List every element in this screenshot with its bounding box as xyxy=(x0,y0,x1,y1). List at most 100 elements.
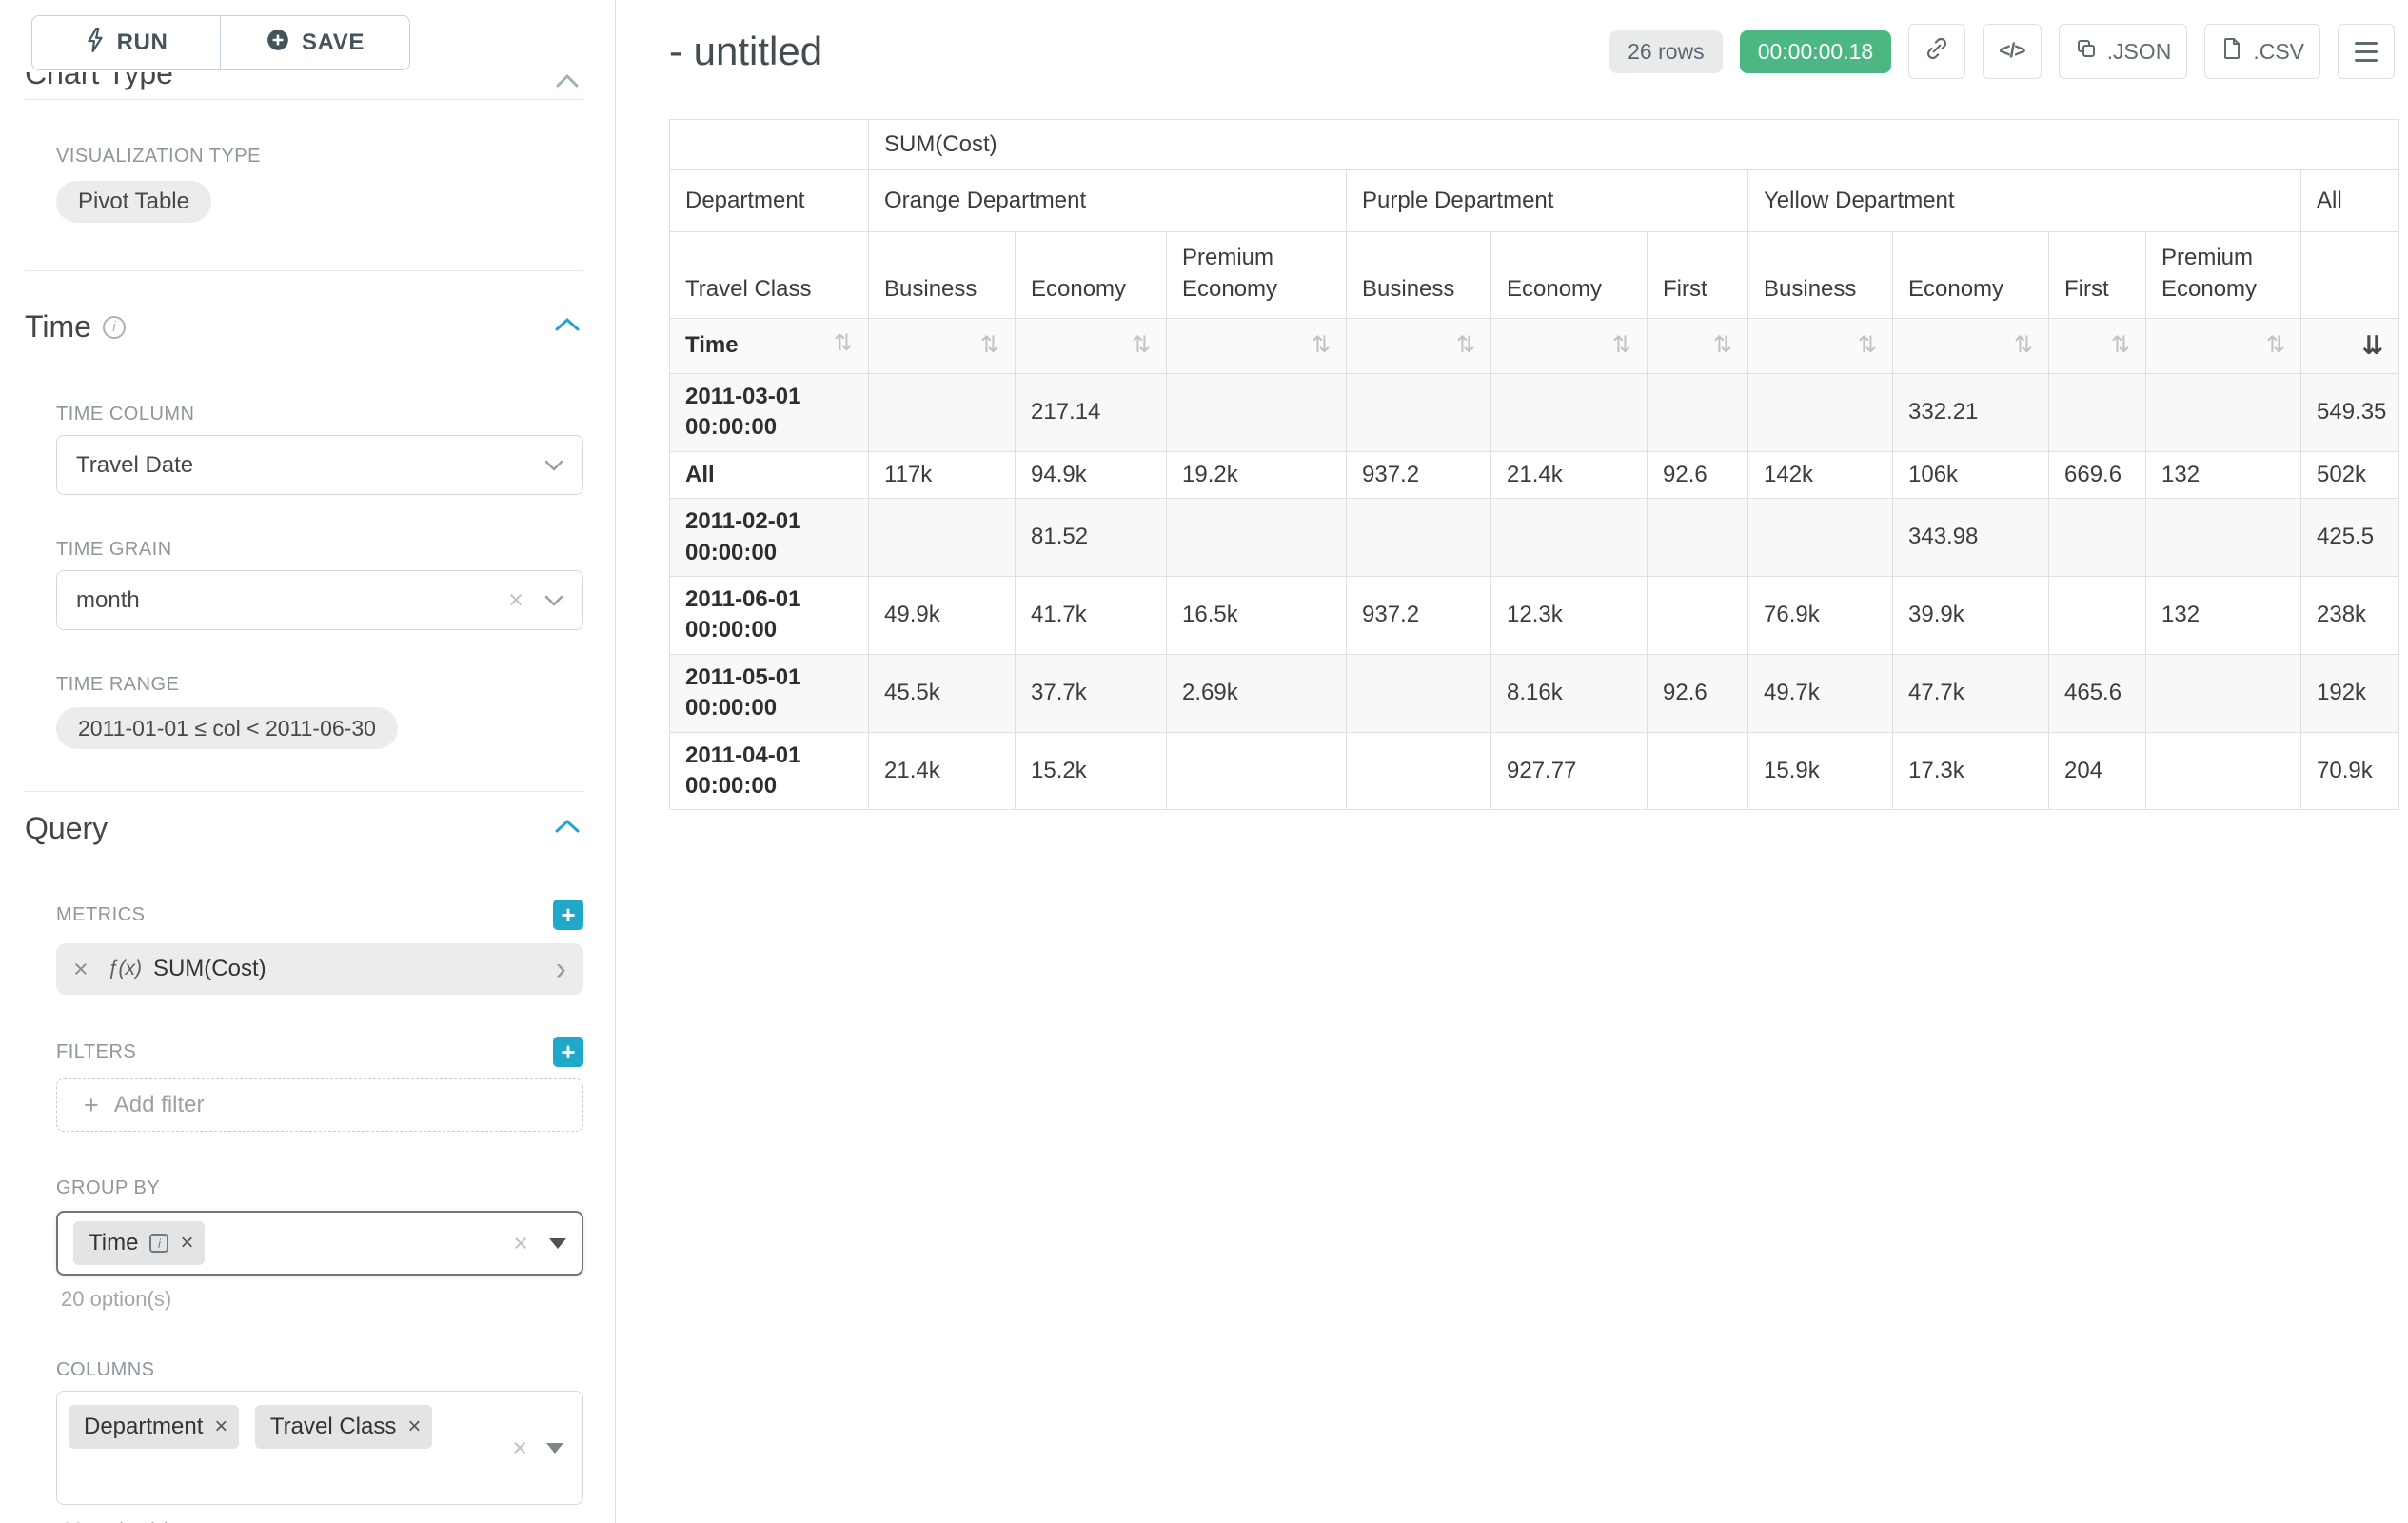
sort-icon[interactable]: ⇅ xyxy=(1132,332,1151,360)
clear-icon[interactable]: × xyxy=(512,1435,527,1461)
columns-tag[interactable]: Department × xyxy=(69,1405,239,1449)
add-metric-button[interactable]: + xyxy=(553,900,583,930)
department-header: Purple Department xyxy=(1347,170,1748,232)
sort-icon[interactable]: ⇅ xyxy=(1713,332,1732,360)
link-icon xyxy=(1924,36,1949,67)
value-cell: 937.2 xyxy=(1347,576,1491,654)
time-section-header[interactable]: Time i xyxy=(25,309,580,345)
menu-button[interactable] xyxy=(2338,24,2395,79)
row-header: 2011-03-01 00:00:00 xyxy=(670,374,869,452)
sort-header[interactable]: ⇅ xyxy=(1748,319,1893,374)
department-axis-header: Department xyxy=(670,170,869,232)
export-json-button[interactable]: .JSON xyxy=(2059,24,2188,79)
value-cell xyxy=(2146,499,2301,577)
plus-circle-icon xyxy=(266,28,290,59)
sort-header[interactable]: ⇅ xyxy=(1016,319,1167,374)
time-section-title: Time xyxy=(25,309,91,345)
sort-icon[interactable]: ⇅ xyxy=(980,332,999,360)
sort-icon[interactable]: ⇅ xyxy=(1612,332,1631,360)
add-filter-plus-button[interactable]: + xyxy=(553,1037,583,1067)
sort-header[interactable]: ⇅ xyxy=(2049,319,2146,374)
all-header: All xyxy=(2301,170,2399,232)
viz-type-pill[interactable]: Pivot Table xyxy=(56,181,211,223)
chevron-up-icon[interactable] xyxy=(555,72,580,91)
table-row: All117k94.9k19.2k937.221.4k92.6142k106k6… xyxy=(670,451,2399,498)
group-by-select[interactable]: Time i × × xyxy=(56,1211,583,1276)
collapse-chevron-icon[interactable] xyxy=(555,317,580,337)
sort-header[interactable]: ⇅ xyxy=(1491,319,1648,374)
class-header: First xyxy=(2049,232,2146,319)
value-cell: 92.6 xyxy=(1648,654,1748,732)
sort-header[interactable]: ⇅ xyxy=(2146,319,2301,374)
clear-icon[interactable]: × xyxy=(508,587,523,613)
value-cell xyxy=(1167,499,1347,577)
columns-tag[interactable]: Travel Class × xyxy=(255,1405,432,1449)
class-header: Economy xyxy=(1491,232,1648,319)
save-button[interactable]: SAVE xyxy=(221,15,410,70)
remove-metric-icon[interactable]: × xyxy=(73,957,89,982)
export-csv-button[interactable]: .CSV xyxy=(2204,24,2320,79)
columns-select[interactable]: Department × Travel Class × × xyxy=(56,1391,583,1505)
value-cell xyxy=(1648,576,1748,654)
remove-tag-icon[interactable]: × xyxy=(214,1415,227,1438)
query-section-header[interactable]: Query xyxy=(25,811,580,846)
sort-icon[interactable]: ⇅ xyxy=(1858,332,1877,360)
sort-icon[interactable]: ⇅ xyxy=(834,330,853,358)
value-cell: 142k xyxy=(1748,451,1893,498)
clear-icon[interactable]: × xyxy=(513,1231,528,1256)
class-header: Premium Economy xyxy=(1167,232,1347,319)
remove-tag-icon[interactable]: × xyxy=(180,1232,193,1255)
caret-down-icon[interactable] xyxy=(546,1443,563,1454)
sort-icon[interactable]: ⇅ xyxy=(2014,332,2033,360)
sort-header[interactable]: ⇅ xyxy=(869,319,1016,374)
add-filter-button[interactable]: + Add filter xyxy=(56,1078,583,1132)
tag-label: Department xyxy=(84,1414,203,1440)
sort-icon[interactable]: ⇅ xyxy=(2111,332,2130,360)
share-link-button[interactable] xyxy=(1908,24,1965,79)
sort-icon[interactable]: ⇅ xyxy=(1456,332,1475,360)
value-cell: 21.4k xyxy=(869,732,1016,810)
value-cell: 94.9k xyxy=(1016,451,1167,498)
sort-icon[interactable]: ⇅ xyxy=(2266,332,2285,360)
group-by-options-count: 20 option(s) xyxy=(61,1287,615,1312)
time-range-label: TIME RANGE xyxy=(56,674,583,696)
time-range-pill[interactable]: 2011-01-01 ≤ col < 2011-06-30 xyxy=(56,707,398,749)
divider xyxy=(25,791,583,792)
info-icon: i xyxy=(149,1234,168,1253)
chevron-down-icon[interactable] xyxy=(544,452,563,479)
value-cell: 76.9k xyxy=(1748,576,1893,654)
caret-down-icon[interactable] xyxy=(549,1238,566,1249)
value-cell xyxy=(869,374,1016,452)
sort-desc-icon[interactable]: ⇊ xyxy=(2361,330,2383,361)
chart-type-section-title: Chart Type xyxy=(25,72,173,91)
view-query-button[interactable]: </> xyxy=(1983,24,2041,79)
row-header: 2011-05-01 00:00:00 xyxy=(670,654,869,732)
sort-header[interactable]: ⇅ xyxy=(1893,319,2049,374)
collapse-chevron-icon[interactable] xyxy=(555,819,580,839)
chart-title[interactable]: - untitled xyxy=(669,28,822,75)
chevron-down-icon[interactable] xyxy=(544,587,563,614)
sort-header[interactable]: ⇅ xyxy=(1167,319,1347,374)
value-cell: 81.52 xyxy=(1016,499,1167,577)
sort-icon[interactable]: ⇅ xyxy=(1312,332,1331,360)
value-cell: 502k xyxy=(2301,451,2399,498)
time-grain-select[interactable]: month × xyxy=(56,570,583,630)
caret-right-icon[interactable]: › xyxy=(556,953,566,985)
sort-header[interactable]: ⇅ xyxy=(1648,319,1748,374)
value-cell xyxy=(1347,374,1491,452)
sort-header-all[interactable]: ⇊ xyxy=(2301,319,2399,374)
json-label: .JSON xyxy=(2107,39,2172,65)
value-cell: 92.6 xyxy=(1648,451,1748,498)
group-by-tag[interactable]: Time i × xyxy=(73,1221,205,1265)
value-cell: 217.14 xyxy=(1016,374,1167,452)
remove-tag-icon[interactable]: × xyxy=(407,1415,421,1438)
department-header-row: Department Orange Department Purple Depa… xyxy=(670,170,2399,232)
run-button[interactable]: RUN xyxy=(31,15,221,70)
sort-header[interactable]: ⇅ xyxy=(1347,319,1491,374)
time-column-select[interactable]: Travel Date xyxy=(56,435,583,495)
metric-option[interactable]: × ƒ(x) SUM(Cost) › xyxy=(56,943,583,995)
sort-header-time[interactable]: Time⇅ xyxy=(670,319,869,374)
value-cell xyxy=(2049,374,2146,452)
divider xyxy=(25,99,583,100)
value-cell: 12.3k xyxy=(1491,576,1648,654)
